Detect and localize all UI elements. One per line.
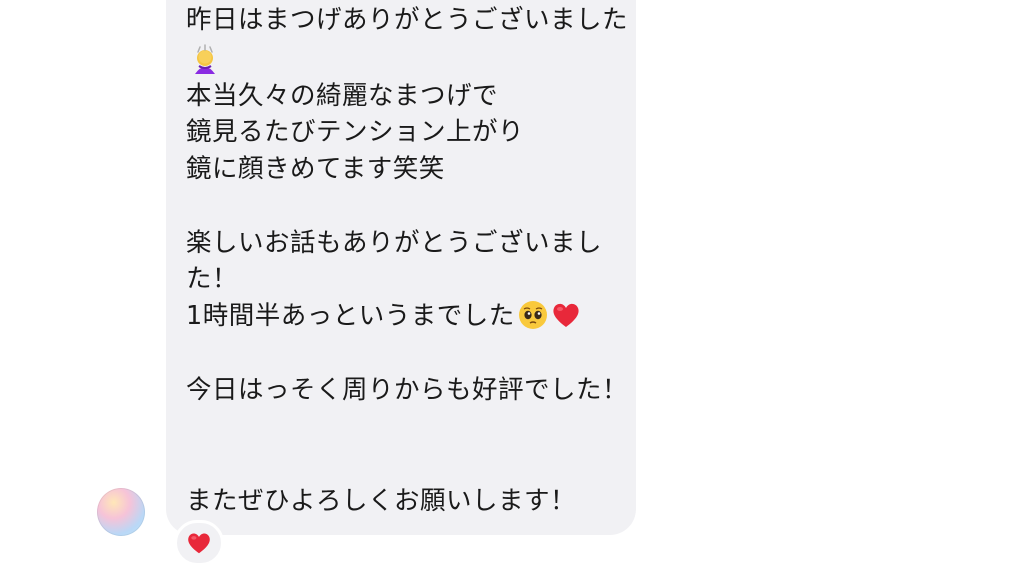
message-line-5: 楽しいお話もありがとうございまし [186, 228, 603, 258]
heart-reaction[interactable] [174, 520, 224, 566]
bowing-person-icon [195, 44, 215, 74]
message-line-8: 今日はっそく周りからも好評でした！ [186, 375, 629, 405]
message-line-3: 鏡見るたびテンション上がり [186, 117, 525, 147]
red-heart-icon [553, 303, 579, 327]
message-line-7: 1時間半あっというまでした [186, 298, 581, 334]
message-bubble[interactable]: 昨日はまつげありがとうございました 本当久々の綺麗なまつげで 鏡見るたびテンショ… [166, 0, 636, 535]
message-line-4: 鏡に顔きめてます笑笑 [186, 154, 445, 184]
message-line-6: た！ [186, 264, 239, 294]
message-line-2: 本当久々の綺麗なまつげで [186, 81, 499, 111]
red-heart-icon [188, 533, 210, 554]
sender-avatar[interactable] [97, 488, 145, 536]
message-line-7-text: 1時間半あっというまでした [186, 301, 515, 331]
message-line-1: 昨日はまつげありがとうございました [186, 5, 629, 35]
message-line-9: またぜひよろしくお願いします！ [186, 486, 577, 516]
pleading-face-icon [518, 301, 547, 329]
